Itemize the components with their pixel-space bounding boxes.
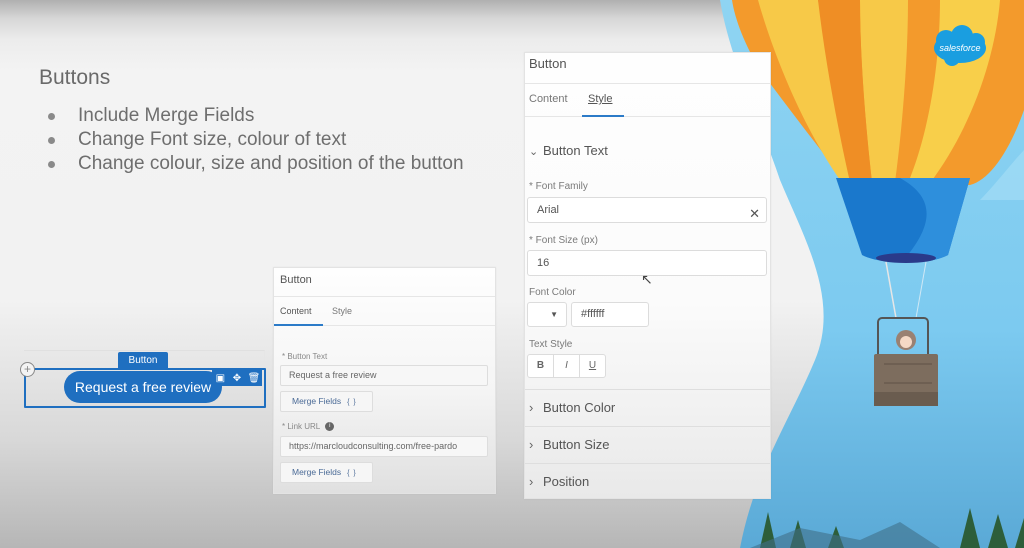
mouse-cursor-icon: ↖ <box>641 271 653 287</box>
active-tab-indicator <box>582 115 624 117</box>
panel-tabs: Content Style <box>525 84 770 117</box>
block-toolbar: ▣ ✥ 🗑 <box>212 370 262 386</box>
text-style-group: B I U <box>527 354 606 378</box>
panel-title: Button <box>525 53 770 84</box>
move-icon[interactable]: ✥ <box>231 373 243 384</box>
bullet-dot-icon <box>48 137 55 144</box>
tab-content[interactable]: Content <box>529 93 568 105</box>
tab-content[interactable]: Content <box>280 306 312 316</box>
merge-fields-button[interactable]: Merge Fields{ } <box>280 391 373 412</box>
canvas-button-block[interactable]: Button + Request a free review ▣ ✥ 🗑 <box>20 350 266 408</box>
button-text-section-header[interactable]: ⌄ Button Text <box>525 143 770 158</box>
font-color-swatch-dropdown[interactable]: ▼ <box>527 302 567 327</box>
add-block-icon[interactable]: + <box>20 362 35 377</box>
text-style-label: Text Style <box>529 339 573 350</box>
close-icon[interactable]: ✕ <box>749 202 760 226</box>
info-icon[interactable]: i <box>325 422 335 432</box>
font-size-label: * Font Size (px) <box>529 235 598 246</box>
button-size-section[interactable]: › Button Size <box>525 426 770 463</box>
button-color-section[interactable]: › Button Color <box>525 389 770 426</box>
bullet-dot-icon <box>48 113 55 120</box>
active-tab-indicator <box>274 324 323 326</box>
chevron-right-icon: › <box>529 437 534 452</box>
font-color-hex-input[interactable]: #ffffff <box>571 302 649 327</box>
button-text-label: * Button Text <box>282 352 328 361</box>
font-family-input[interactable]: Arial ✕ <box>527 197 767 223</box>
panel-title: Button <box>274 268 495 297</box>
block-type-tag: Button <box>118 352 168 369</box>
underline-button[interactable]: U <box>580 355 605 377</box>
font-family-label: * Font Family <box>529 181 588 192</box>
merge-fields-button[interactable]: Merge Fields{ } <box>280 462 373 483</box>
merge-braces-icon: { } <box>347 399 357 406</box>
chevron-down-icon: ⌄ <box>529 146 539 158</box>
layout-icon[interactable]: ▣ <box>214 373 226 384</box>
bullet-item: Change colour, size and position of the … <box>46 152 464 176</box>
button-content-panel: Button Content Style * Button Text Reque… <box>273 267 496 494</box>
button-text-input[interactable]: Request a free review <box>280 365 488 386</box>
font-color-label: Font Color <box>529 287 576 298</box>
bullet-item: Change Font size, colour of text <box>46 128 464 152</box>
button-style-panel: Button Content Style ⌄ Button Text * Font… <box>524 52 771 499</box>
link-url-input[interactable]: https://marcloudconsulting.com/free-pard… <box>280 436 488 457</box>
bullet-list: Include Merge Fields Change Font size, c… <box>46 104 464 176</box>
request-review-button[interactable]: Request a free review <box>64 371 222 403</box>
chevron-right-icon: › <box>529 400 534 415</box>
position-section[interactable]: › Position <box>525 463 770 500</box>
bold-button[interactable]: B <box>528 355 554 377</box>
bullet-dot-icon <box>48 161 55 168</box>
salesforce-logo-text: salesforce <box>939 43 980 53</box>
slide-title: Buttons <box>39 66 111 89</box>
bullet-item: Include Merge Fields <box>46 104 464 128</box>
panel-tabs: Content Style <box>274 297 495 326</box>
chevron-right-icon: › <box>529 474 534 489</box>
tab-style[interactable]: Style <box>588 93 612 105</box>
merge-braces-icon: { } <box>347 470 357 477</box>
italic-button[interactable]: I <box>554 355 580 377</box>
trash-icon[interactable]: 🗑 <box>248 373 261 384</box>
link-url-label: * Link URL i <box>282 422 335 432</box>
caret-down-icon: ▼ <box>550 310 558 319</box>
tab-style[interactable]: Style <box>332 306 352 316</box>
